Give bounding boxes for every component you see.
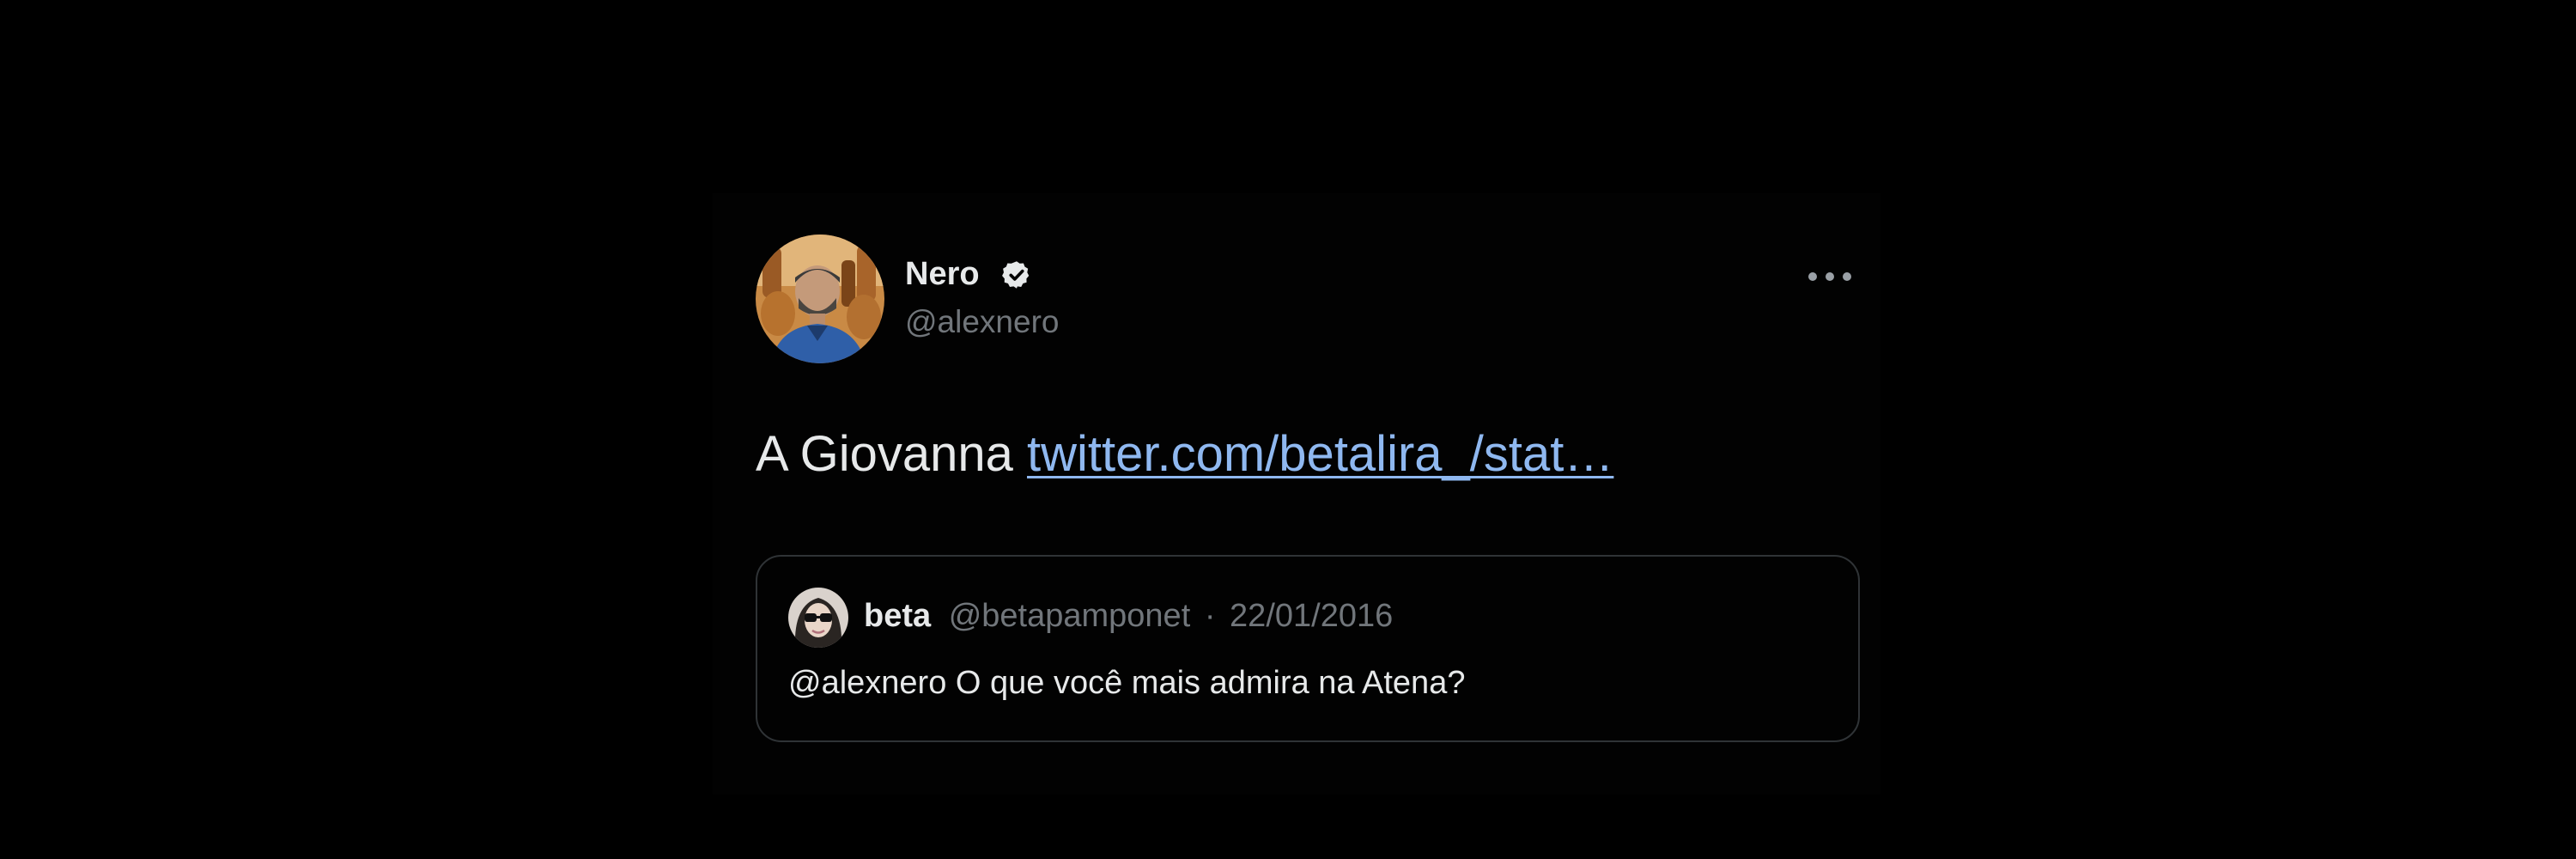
quoted-tweet-text: @alexnero O que você mais admira na Aten… bbox=[788, 665, 1466, 701]
tweet-text-prefix: A Giovanna bbox=[756, 426, 1013, 482]
quoted-separator: · bbox=[1204, 598, 1216, 634]
quoted-tweet-date[interactable]: 22/01/2016 bbox=[1230, 598, 1393, 634]
author-avatar[interactable] bbox=[756, 235, 884, 363]
author-handle[interactable]: @alexnero bbox=[905, 302, 1060, 342]
quoted-author-display-name[interactable]: beta bbox=[864, 598, 931, 634]
quoted-author-handle[interactable]: @betapamponet bbox=[949, 598, 1191, 634]
quoted-tweet-card[interactable]: beta @betapamponet · 22/01/2016 @alexner… bbox=[756, 555, 1860, 742]
tweet-link[interactable]: twitter.com/betalira_/stat… bbox=[1027, 426, 1613, 482]
author-display-name[interactable]: Nero bbox=[905, 254, 980, 294]
more-horizontal-icon[interactable] bbox=[1803, 261, 1856, 292]
quoted-tweet-header: beta @betapamponet · 22/01/2016 bbox=[864, 596, 1393, 636]
quoted-author-avatar[interactable] bbox=[788, 588, 848, 648]
tweet-text: A Giovanna twitter.com/betalira_/stat… bbox=[756, 424, 1613, 484]
author-avatar-image bbox=[756, 235, 884, 363]
verified-badge-icon bbox=[1002, 261, 1030, 289]
screen: Nero @alexnero A Giovanna twitter.com/be… bbox=[0, 0, 2576, 859]
quoted-author-avatar-image bbox=[788, 588, 848, 648]
